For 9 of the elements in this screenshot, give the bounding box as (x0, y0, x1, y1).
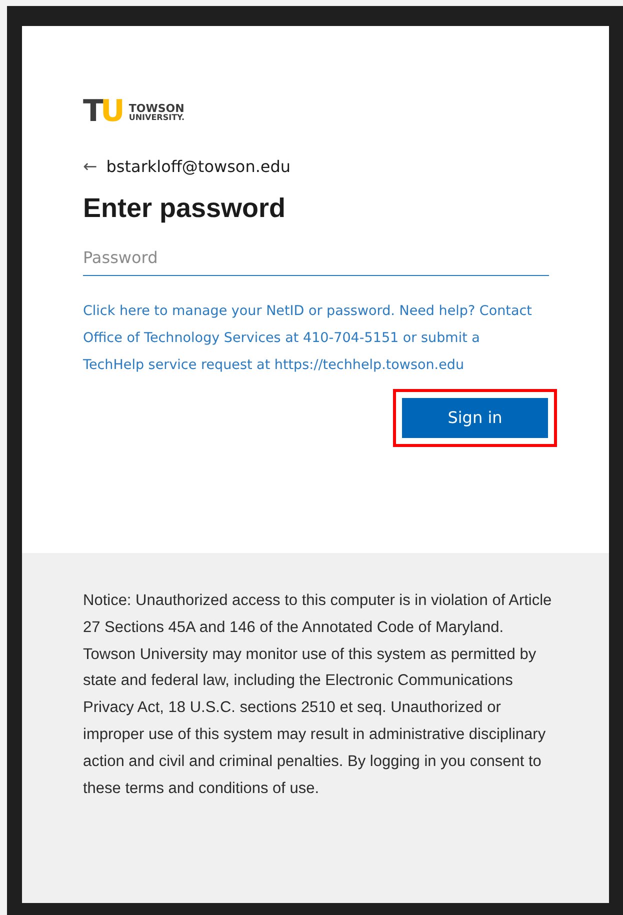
page-title: Enter password (83, 192, 287, 225)
help-link-text[interactable]: Click here to manage your NetID or password. Need help? Contact Office of Technology Services at 410-704-5151 or submit a TechHelp service request at https://techhelp.towson.edu (83, 298, 543, 379)
logo-name: TOWSON (128, 102, 185, 114)
password-field[interactable]: Password (83, 240, 549, 276)
logo-subname: UNIVERSITY. (128, 114, 185, 122)
sign-in-button[interactable]: Sign in (402, 398, 548, 438)
logo-mark: TU (83, 97, 122, 127)
legal-notice: Notice: Unauthorized access to this computer is in violation of Article 27 Sections 45A and 146 of the Annotated Code of Maryland. Towson University may monitor use of this system as permitted by state and federal law, including the Electronic Communications Privacy Act, 18 U.S.C. sections 2510 et seq. Unauthorized or improper use of this system may result in administrative disciplinary action and civil and criminal penalties. By logging in you consent to these terms and conditions of use. (83, 591, 553, 799)
account-email: bstarkloff@towson.edu (106, 156, 291, 178)
